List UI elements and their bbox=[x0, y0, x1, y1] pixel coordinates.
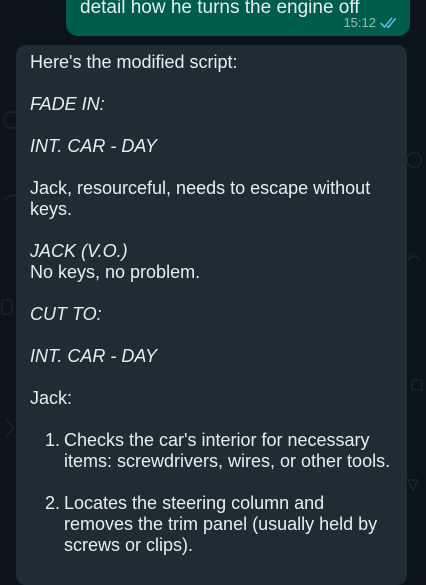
script-character-name: JACK (V.O.) bbox=[30, 241, 128, 261]
list-item-number: 1. bbox=[45, 430, 61, 450]
script-action: Jack, resourceful, needs to escape witho… bbox=[30, 178, 371, 219]
double-check-read-icon bbox=[380, 17, 400, 29]
list-item-text: Locates the steering column and removes … bbox=[64, 493, 378, 555]
script-transition: CUT TO: bbox=[30, 304, 102, 324]
list-item-text: Checks the car's interior for necessary … bbox=[64, 430, 391, 471]
message-timestamp: 15:12 bbox=[343, 15, 376, 30]
sent-message-meta: 15:12 bbox=[343, 15, 400, 30]
script-scene-heading-2: INT. CAR - DAY bbox=[30, 346, 158, 366]
received-message-bubble[interactable]: Here's the modified script: FADE IN: INT… bbox=[16, 45, 407, 585]
script-scene-heading: INT. CAR - DAY bbox=[30, 136, 158, 156]
script-jack-label: Jack: bbox=[30, 388, 73, 408]
script-dialogue: No keys, no problem. bbox=[30, 262, 201, 282]
sent-message-bubble[interactable]: detail how he turns the engine off 15:12 bbox=[66, 0, 410, 36]
list-item-number: 2. bbox=[45, 493, 61, 513]
script-fade-in: FADE IN: bbox=[30, 94, 105, 114]
message-intro: Here's the modified script: bbox=[30, 52, 238, 72]
